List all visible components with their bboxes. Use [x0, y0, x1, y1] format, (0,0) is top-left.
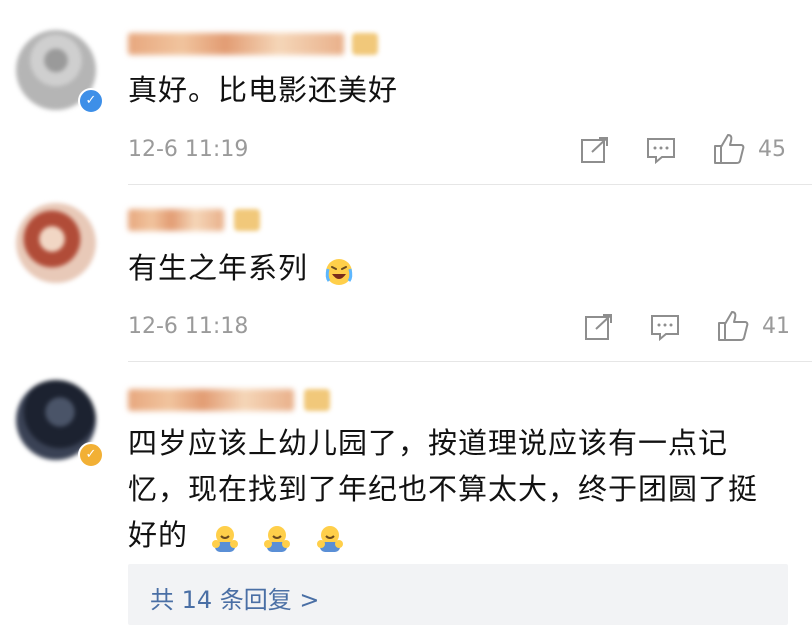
view-replies-button[interactable]: 共 14 条回复 >	[128, 564, 788, 625]
hug-emoji-icon	[315, 522, 345, 552]
like-icon[interactable]	[712, 133, 746, 165]
verified-badge-icon: ✓	[78, 88, 104, 114]
verified-badge-icon: ✓	[78, 442, 104, 468]
comment-text-line: 忆，现在找到了年纪也不算太大，终于团圆了挺	[128, 472, 759, 506]
view-replies-label: 共 14 条回复 >	[150, 586, 320, 614]
like-icon[interactable]	[716, 310, 750, 342]
username-redacted[interactable]	[128, 209, 224, 231]
comment-timestamp: 12-6 11:18	[128, 314, 249, 339]
username-redacted[interactable]	[128, 389, 294, 411]
hug-emoji-icon	[210, 522, 240, 552]
comment-text-line-last: 好的	[128, 513, 772, 557]
user-level-badge-icon	[234, 209, 260, 231]
comment-item: ✓ 真好。比电影还美好 12-6 11:19 45	[0, 0, 812, 185]
comment-timestamp: 12-6 11:19	[128, 137, 249, 162]
avatar[interactable]	[16, 203, 96, 283]
like-count: 45	[758, 137, 786, 162]
comment-item: ✓ 四岁应该上幼儿园了，按道理说应该有一点记 忆，现在找到了年纪也不算太大，终于…	[0, 362, 812, 562]
hug-emoji-icon	[262, 522, 292, 552]
comment-text-line: 四岁应该上幼儿园了，按道理说应该有一点记	[128, 426, 729, 460]
user-level-badge-icon	[352, 33, 378, 55]
username-redacted[interactable]	[128, 33, 344, 55]
comment-text-row: 有生之年系列	[128, 246, 772, 290]
comment-text: 真好。比电影还美好	[128, 73, 399, 107]
share-icon[interactable]	[584, 313, 614, 341]
comment-text: 有生之年系列	[128, 251, 309, 285]
user-level-badge-icon	[304, 389, 330, 411]
comment-icon[interactable]	[646, 136, 676, 164]
like-count: 41	[762, 314, 790, 339]
share-icon[interactable]	[580, 136, 610, 164]
comment-item: 有生之年系列 12-6 11:18 41	[0, 185, 812, 362]
comment-text: 好的	[128, 518, 189, 552]
comment-icon[interactable]	[650, 313, 680, 341]
laughing-crying-emoji-icon	[324, 255, 354, 285]
